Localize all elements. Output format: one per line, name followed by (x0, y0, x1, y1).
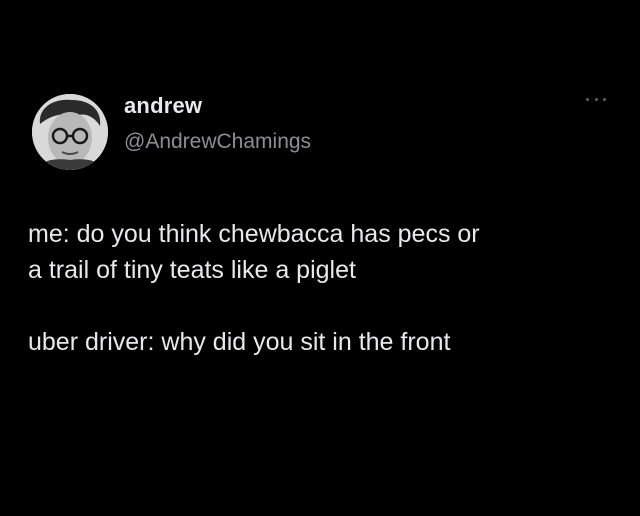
avatar[interactable] (32, 94, 108, 170)
tweet-paragraph-gap (28, 288, 618, 324)
tweet-line-1: me: do you think chewbacca has pecs or (28, 220, 480, 248)
more-dot (586, 97, 589, 101)
tweet-line-2: a trail of tiny teats like a piglet (28, 256, 356, 284)
avatar-image (32, 94, 108, 170)
more-dot (603, 97, 606, 101)
more-options-icon[interactable] (586, 92, 606, 106)
author-handle[interactable]: @AndrewChamings (124, 130, 311, 154)
tweet-text: me: do you think chewbacca has pecs or a… (28, 216, 618, 360)
author-display-name[interactable]: andrew (124, 93, 202, 119)
more-dot (594, 97, 598, 101)
tweet-line-3: uber driver: why did you sit in the fron… (28, 328, 451, 356)
